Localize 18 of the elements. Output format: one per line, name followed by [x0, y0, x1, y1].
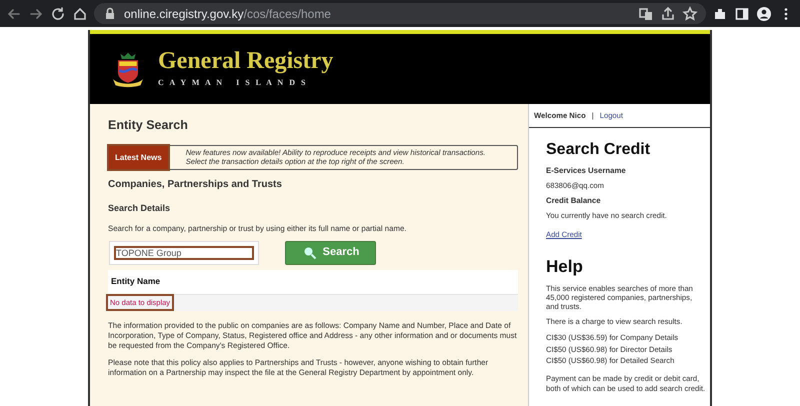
profile-icon[interactable]: [756, 6, 772, 22]
column-header: Entity Name: [108, 270, 518, 294]
share-icon[interactable]: [660, 6, 676, 22]
site-subtitle: C A Y M A N I S L A N D S: [158, 77, 308, 89]
home-icon[interactable]: [72, 6, 88, 22]
search-field[interactable]: TOPONE Group: [109, 240, 259, 265]
site-title: General Registry: [158, 49, 334, 73]
search-icon: [302, 244, 318, 261]
subsection-heading: Search Details: [108, 202, 172, 215]
page-heading: Entity Search: [108, 118, 189, 133]
credit-heading: Search Credit: [546, 140, 652, 160]
news-label: Latest News: [109, 146, 168, 169]
section-heading: Companies, Partnerships and Trusts: [108, 178, 283, 192]
star-icon[interactable]: [682, 6, 698, 22]
reload-icon[interactable]: [50, 6, 66, 22]
help-heading: Help: [546, 257, 584, 278]
side-panel-icon[interactable]: [734, 6, 750, 22]
translate-icon[interactable]: [638, 6, 654, 22]
